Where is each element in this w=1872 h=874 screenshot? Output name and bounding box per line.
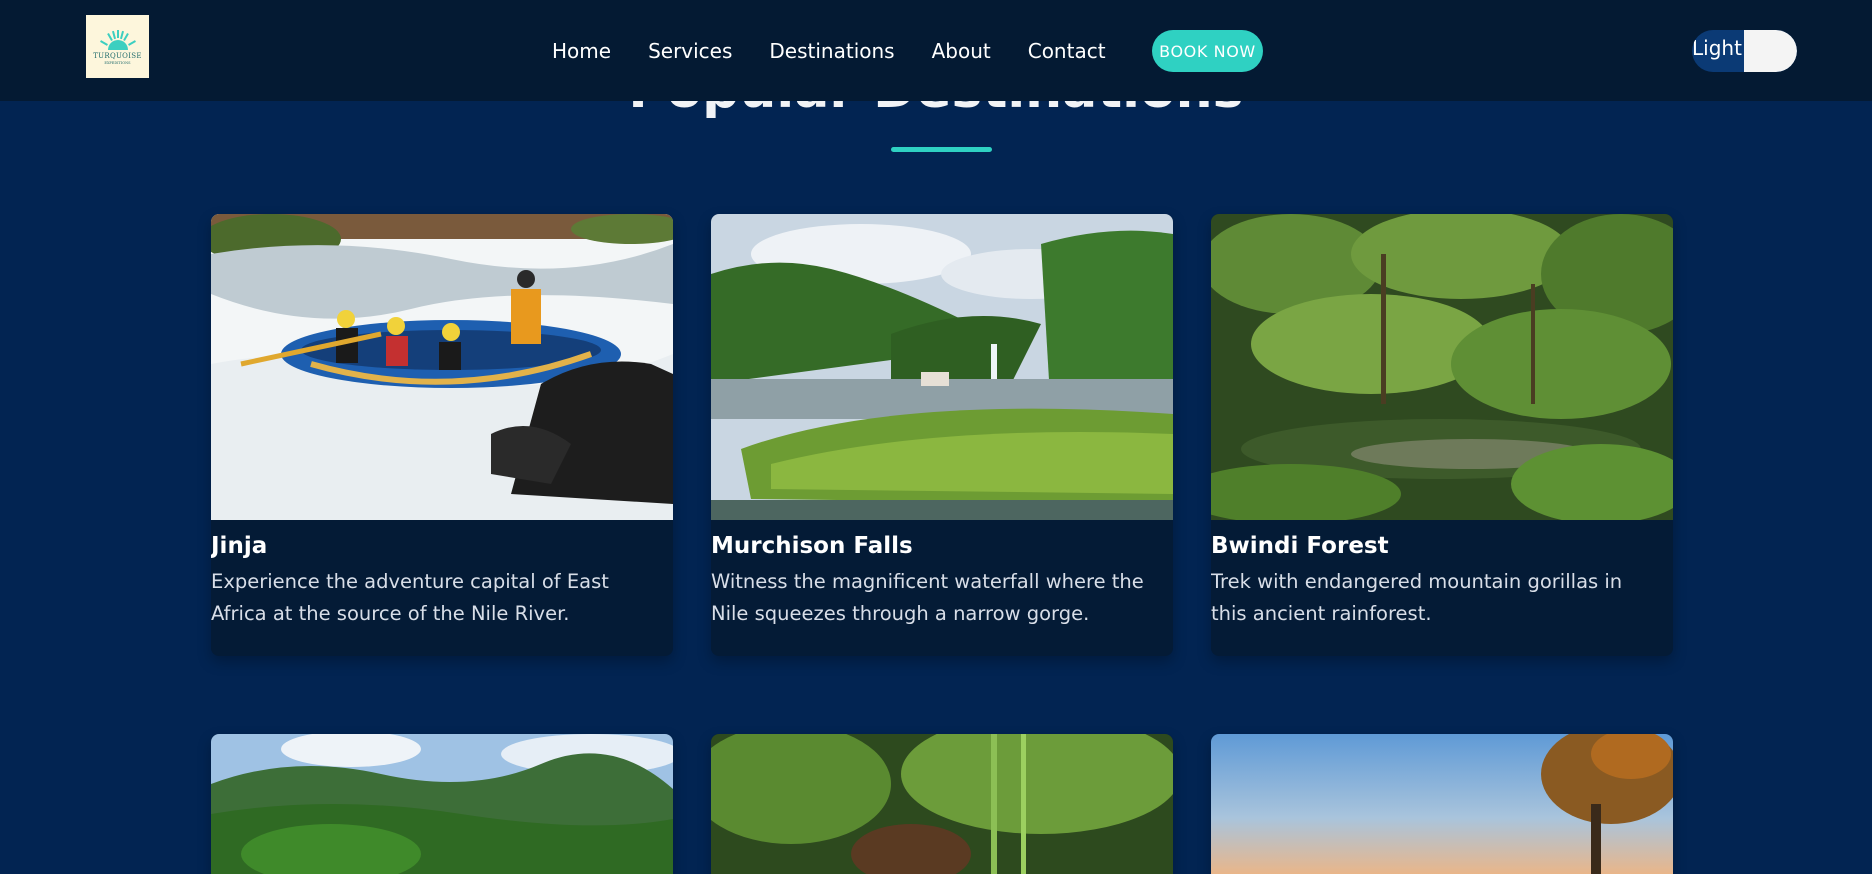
navbar: TURQUOISE EXPEDITIONS Home Services Dest… xyxy=(0,0,1872,101)
sun-logo-icon xyxy=(99,30,136,50)
rainforest-image xyxy=(1211,214,1673,520)
destination-card-bwindi-forest[interactable]: Bwindi Forest Trek with endangered mount… xyxy=(1211,214,1673,656)
jungle-image xyxy=(711,734,1173,874)
destination-card[interactable] xyxy=(211,734,673,874)
card-body: Murchison Falls Witness the magnificent … xyxy=(711,520,1173,630)
nav-link-services[interactable]: Services xyxy=(648,39,732,63)
theme-toggle-knob xyxy=(1744,30,1797,72)
rafting-image xyxy=(211,214,673,520)
destination-card[interactable] xyxy=(1211,734,1673,874)
destination-card-murchison-falls[interactable]: Murchison Falls Witness the magnificent … xyxy=(711,214,1173,656)
card-description: Experience the adventure capital of East… xyxy=(211,570,609,625)
logo-subtext: EXPEDITIONS xyxy=(104,61,131,65)
nav-link-about[interactable]: About xyxy=(932,39,991,63)
destination-card[interactable] xyxy=(711,734,1173,874)
nav-link-contact[interactable]: Contact xyxy=(1028,39,1106,63)
sunset-image xyxy=(1211,734,1673,874)
waterfall-image xyxy=(711,214,1173,520)
logo-text: TURQUOISE xyxy=(93,52,142,60)
nav-links: Home Services Destinations About Contact xyxy=(552,0,1143,101)
card-title: Jinja xyxy=(211,533,268,559)
card-title: Bwindi Forest xyxy=(1211,533,1389,559)
theme-toggle-label: Light xyxy=(1692,36,1742,60)
theme-toggle[interactable]: Light xyxy=(1692,30,1797,72)
book-now-button[interactable]: BOOK NOW xyxy=(1152,30,1263,72)
hills-image xyxy=(211,734,673,874)
card-body: Bwindi Forest Trek with endangered mount… xyxy=(1211,520,1673,630)
card-title: Murchison Falls xyxy=(711,533,913,559)
card-description: Witness the magnificent waterfall where … xyxy=(711,570,1144,625)
card-body: Jinja Experience the adventure capital o… xyxy=(211,520,673,630)
title-underline xyxy=(891,147,992,152)
logo[interactable]: TURQUOISE EXPEDITIONS xyxy=(86,15,149,78)
nav-link-home[interactable]: Home xyxy=(552,39,611,63)
card-description: Trek with endangered mountain gorillas i… xyxy=(1211,570,1623,625)
nav-link-destinations[interactable]: Destinations xyxy=(769,39,894,63)
destination-card-jinja[interactable]: Jinja Experience the adventure capital o… xyxy=(211,214,673,656)
